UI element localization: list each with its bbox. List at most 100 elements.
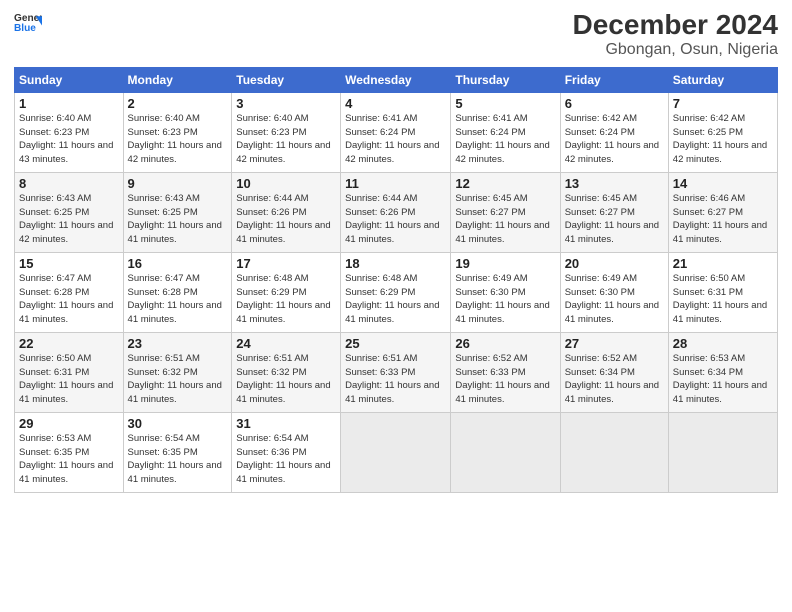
day-number: 22 [19, 336, 119, 351]
day-info: Sunrise: 6:45 AMSunset: 6:27 PMDaylight:… [565, 193, 659, 245]
table-row: 9 Sunrise: 6:43 AMSunset: 6:25 PMDayligh… [123, 172, 232, 252]
table-row [668, 412, 777, 492]
col-thursday: Thursday [451, 67, 560, 92]
day-number: 16 [128, 256, 228, 271]
day-info: Sunrise: 6:52 AMSunset: 6:33 PMDaylight:… [455, 353, 549, 405]
table-row [560, 412, 668, 492]
table-row [341, 412, 451, 492]
table-row: 25 Sunrise: 6:51 AMSunset: 6:33 PMDaylig… [341, 332, 451, 412]
day-number: 29 [19, 416, 119, 431]
table-row: 10 Sunrise: 6:44 AMSunset: 6:26 PMDaylig… [232, 172, 341, 252]
calendar-row: 29 Sunrise: 6:53 AMSunset: 6:35 PMDaylig… [15, 412, 778, 492]
day-info: Sunrise: 6:47 AMSunset: 6:28 PMDaylight:… [19, 273, 113, 325]
table-row: 4 Sunrise: 6:41 AMSunset: 6:24 PMDayligh… [341, 92, 451, 172]
day-number: 8 [19, 176, 119, 191]
day-info: Sunrise: 6:41 AMSunset: 6:24 PMDaylight:… [345, 113, 439, 165]
day-number: 25 [345, 336, 446, 351]
table-row: 28 Sunrise: 6:53 AMSunset: 6:34 PMDaylig… [668, 332, 777, 412]
logo: General Blue [14, 10, 42, 38]
day-number: 11 [345, 176, 446, 191]
day-info: Sunrise: 6:42 AMSunset: 6:24 PMDaylight:… [565, 113, 659, 165]
calendar-row: 1 Sunrise: 6:40 AMSunset: 6:23 PMDayligh… [15, 92, 778, 172]
day-number: 20 [565, 256, 664, 271]
calendar-row: 22 Sunrise: 6:50 AMSunset: 6:31 PMDaylig… [15, 332, 778, 412]
table-row: 16 Sunrise: 6:47 AMSunset: 6:28 PMDaylig… [123, 252, 232, 332]
day-number: 13 [565, 176, 664, 191]
day-number: 15 [19, 256, 119, 271]
day-info: Sunrise: 6:43 AMSunset: 6:25 PMDaylight:… [19, 193, 113, 245]
day-info: Sunrise: 6:50 AMSunset: 6:31 PMDaylight:… [19, 353, 113, 405]
day-info: Sunrise: 6:44 AMSunset: 6:26 PMDaylight:… [236, 193, 330, 245]
calendar-row: 8 Sunrise: 6:43 AMSunset: 6:25 PMDayligh… [15, 172, 778, 252]
day-number: 27 [565, 336, 664, 351]
day-number: 9 [128, 176, 228, 191]
day-number: 12 [455, 176, 555, 191]
table-row: 22 Sunrise: 6:50 AMSunset: 6:31 PMDaylig… [15, 332, 124, 412]
day-number: 18 [345, 256, 446, 271]
table-row: 14 Sunrise: 6:46 AMSunset: 6:27 PMDaylig… [668, 172, 777, 252]
day-info: Sunrise: 6:49 AMSunset: 6:30 PMDaylight:… [455, 273, 549, 325]
table-row: 24 Sunrise: 6:51 AMSunset: 6:32 PMDaylig… [232, 332, 341, 412]
day-number: 3 [236, 96, 336, 111]
page-subtitle: Gbongan, Osun, Nigeria [573, 41, 778, 59]
calendar-row: 15 Sunrise: 6:47 AMSunset: 6:28 PMDaylig… [15, 252, 778, 332]
day-info: Sunrise: 6:53 AMSunset: 6:34 PMDaylight:… [673, 353, 767, 405]
day-number: 26 [455, 336, 555, 351]
page-title: December 2024 [573, 10, 778, 41]
day-info: Sunrise: 6:48 AMSunset: 6:29 PMDaylight:… [345, 273, 439, 325]
title-block: December 2024 Gbongan, Osun, Nigeria [573, 10, 778, 59]
table-row: 27 Sunrise: 6:52 AMSunset: 6:34 PMDaylig… [560, 332, 668, 412]
table-row: 21 Sunrise: 6:50 AMSunset: 6:31 PMDaylig… [668, 252, 777, 332]
day-number: 10 [236, 176, 336, 191]
day-info: Sunrise: 6:49 AMSunset: 6:30 PMDaylight:… [565, 273, 659, 325]
day-info: Sunrise: 6:54 AMSunset: 6:35 PMDaylight:… [128, 433, 222, 485]
day-info: Sunrise: 6:47 AMSunset: 6:28 PMDaylight:… [128, 273, 222, 325]
day-info: Sunrise: 6:51 AMSunset: 6:33 PMDaylight:… [345, 353, 439, 405]
page: General Blue December 2024 Gbongan, Osun… [0, 0, 792, 612]
day-number: 1 [19, 96, 119, 111]
col-wednesday: Wednesday [341, 67, 451, 92]
day-info: Sunrise: 6:48 AMSunset: 6:29 PMDaylight:… [236, 273, 330, 325]
day-info: Sunrise: 6:43 AMSunset: 6:25 PMDaylight:… [128, 193, 222, 245]
col-tuesday: Tuesday [232, 67, 341, 92]
table-row: 2 Sunrise: 6:40 AMSunset: 6:23 PMDayligh… [123, 92, 232, 172]
day-number: 24 [236, 336, 336, 351]
calendar-table: Sunday Monday Tuesday Wednesday Thursday… [14, 67, 778, 493]
col-sunday: Sunday [15, 67, 124, 92]
day-number: 2 [128, 96, 228, 111]
table-row: 13 Sunrise: 6:45 AMSunset: 6:27 PMDaylig… [560, 172, 668, 252]
table-row: 23 Sunrise: 6:51 AMSunset: 6:32 PMDaylig… [123, 332, 232, 412]
day-info: Sunrise: 6:50 AMSunset: 6:31 PMDaylight:… [673, 273, 767, 325]
header: General Blue December 2024 Gbongan, Osun… [14, 10, 778, 59]
day-info: Sunrise: 6:51 AMSunset: 6:32 PMDaylight:… [236, 353, 330, 405]
day-number: 6 [565, 96, 664, 111]
day-number: 4 [345, 96, 446, 111]
table-row: 6 Sunrise: 6:42 AMSunset: 6:24 PMDayligh… [560, 92, 668, 172]
col-monday: Monday [123, 67, 232, 92]
day-info: Sunrise: 6:40 AMSunset: 6:23 PMDaylight:… [19, 113, 113, 165]
svg-text:Blue: Blue [14, 23, 36, 34]
day-number: 19 [455, 256, 555, 271]
day-number: 21 [673, 256, 773, 271]
day-number: 7 [673, 96, 773, 111]
day-info: Sunrise: 6:44 AMSunset: 6:26 PMDaylight:… [345, 193, 439, 245]
table-row [451, 412, 560, 492]
table-row: 29 Sunrise: 6:53 AMSunset: 6:35 PMDaylig… [15, 412, 124, 492]
table-row: 19 Sunrise: 6:49 AMSunset: 6:30 PMDaylig… [451, 252, 560, 332]
table-row: 31 Sunrise: 6:54 AMSunset: 6:36 PMDaylig… [232, 412, 341, 492]
day-info: Sunrise: 6:42 AMSunset: 6:25 PMDaylight:… [673, 113, 767, 165]
day-number: 31 [236, 416, 336, 431]
calendar-header-row: Sunday Monday Tuesday Wednesday Thursday… [15, 67, 778, 92]
table-row: 15 Sunrise: 6:47 AMSunset: 6:28 PMDaylig… [15, 252, 124, 332]
day-info: Sunrise: 6:41 AMSunset: 6:24 PMDaylight:… [455, 113, 549, 165]
logo-icon: General Blue [14, 10, 42, 38]
day-info: Sunrise: 6:51 AMSunset: 6:32 PMDaylight:… [128, 353, 222, 405]
table-row: 1 Sunrise: 6:40 AMSunset: 6:23 PMDayligh… [15, 92, 124, 172]
table-row: 7 Sunrise: 6:42 AMSunset: 6:25 PMDayligh… [668, 92, 777, 172]
table-row: 20 Sunrise: 6:49 AMSunset: 6:30 PMDaylig… [560, 252, 668, 332]
table-row: 5 Sunrise: 6:41 AMSunset: 6:24 PMDayligh… [451, 92, 560, 172]
day-number: 30 [128, 416, 228, 431]
day-number: 14 [673, 176, 773, 191]
col-friday: Friday [560, 67, 668, 92]
table-row: 3 Sunrise: 6:40 AMSunset: 6:23 PMDayligh… [232, 92, 341, 172]
